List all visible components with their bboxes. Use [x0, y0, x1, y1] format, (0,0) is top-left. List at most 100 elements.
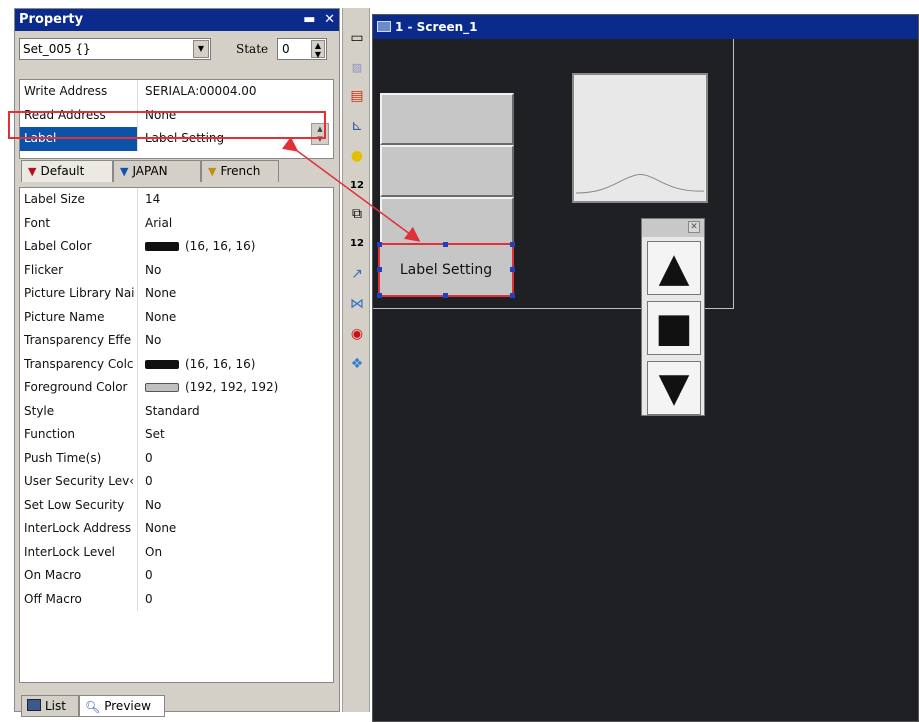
property-row[interactable]: Off Macro 0 [20, 587, 333, 612]
property-value[interactable]: No [142, 259, 161, 283]
set-button-1[interactable] [380, 93, 514, 145]
animation-tool-icon[interactable]: ❖ [347, 354, 367, 374]
resize-handle[interactable] [443, 242, 448, 247]
state-value: 0 [282, 42, 290, 56]
close-icon[interactable]: ✕ [688, 221, 700, 233]
resize-handle[interactable] [510, 293, 515, 298]
numeric-display-tool-icon[interactable]: 12 [347, 176, 367, 196]
property-key: Write Address [20, 80, 138, 104]
property-value[interactable]: Set [142, 423, 165, 447]
lamp-tool-icon[interactable]: ● [347, 146, 367, 166]
property-key: On Macro [20, 564, 138, 588]
property-value[interactable]: On [142, 541, 162, 565]
switch-tool-icon[interactable]: ⧉ [347, 204, 367, 224]
state-label: State [236, 42, 269, 56]
set-button-2[interactable] [380, 145, 514, 197]
property-value[interactable]: SERIALA:00004.00 [142, 80, 257, 104]
resize-handle[interactable] [377, 242, 382, 247]
tab-label: List [45, 699, 66, 713]
property-row[interactable]: Transparency Effe No [20, 329, 333, 353]
state-spinner-icon[interactable]: ▲ ▼ [311, 40, 325, 59]
property-row[interactable]: Foreground Color (192, 192, 192) [20, 376, 333, 400]
state-input[interactable]: 0 ▲ ▼ [277, 38, 327, 60]
tab-preview[interactable]: 🔍︎ Preview [79, 695, 165, 717]
property-row[interactable]: InterLock Address None [20, 517, 333, 541]
property-key: Label Color [20, 235, 138, 259]
property-value[interactable]: No [142, 329, 161, 353]
property-row[interactable]: Set Low Security No [20, 493, 333, 518]
alarm-tool-icon[interactable]: ◉ [347, 324, 367, 344]
property-row[interactable]: Style Standard [20, 399, 333, 424]
property-value[interactable]: 0 [142, 588, 153, 612]
rectangle-tool-icon[interactable]: ▭ [347, 28, 367, 48]
resize-handle[interactable] [377, 267, 382, 272]
xy-plot-tool-icon[interactable]: ⋈ [347, 294, 367, 314]
property-value[interactable]: No [142, 494, 161, 518]
property-row[interactable]: On Macro 0 [20, 564, 333, 588]
resize-handle[interactable] [377, 293, 382, 298]
property-value[interactable]: None [142, 306, 176, 330]
property-value-color[interactable]: (16, 16, 16) [142, 353, 255, 377]
property-value[interactable]: Label Setting [142, 127, 224, 151]
property-row[interactable]: Function Set [20, 423, 333, 447]
property-value[interactable]: 0 [142, 564, 153, 588]
property-title: Property [19, 12, 84, 27]
tab-default[interactable]: ▼ Default [21, 160, 113, 182]
picture-tool-icon[interactable]: ▨ [347, 58, 367, 78]
property-value[interactable]: 0 [142, 470, 153, 494]
property-title-bar: Property ▬ ✕ [15, 9, 339, 31]
property-row[interactable]: User Security Lev‹ 0 [20, 470, 333, 494]
stop-button[interactable]: ■ [647, 301, 701, 355]
property-key: Flicker [20, 258, 138, 282]
property-row[interactable]: Flicker No [20, 258, 333, 283]
flag-icon: ▼ [208, 165, 217, 178]
property-value[interactable]: 14 [142, 188, 160, 212]
property-value[interactable]: Standard [142, 400, 200, 424]
property-row[interactable]: Picture Library Nai None [20, 282, 333, 306]
color-value: (192, 192, 192) [185, 380, 279, 394]
trend-graph-object[interactable] [572, 73, 708, 203]
dropdown-arrow-icon[interactable]: ▼ [193, 40, 209, 58]
property-row[interactable]: Picture Name None [20, 305, 333, 330]
property-row[interactable]: Write Address SERIALA:00004.00 [20, 80, 333, 104]
scroll-control-widget[interactable]: ✕ ▲ ■ ▼ [641, 218, 705, 416]
close-icon[interactable]: ✕ [324, 12, 335, 27]
property-value[interactable]: 0 [142, 447, 153, 471]
color-value: (16, 16, 16) [185, 239, 256, 253]
property-value[interactable]: Arial [142, 212, 172, 236]
down-arrow-button[interactable]: ▼ [647, 361, 701, 415]
property-row[interactable]: Transparency Colc (16, 16, 16) [20, 352, 333, 377]
property-row[interactable]: Push Time(s) 0 [20, 446, 333, 471]
property-row[interactable]: Label Size 14 [20, 188, 333, 212]
tab-french[interactable]: ▼ French [201, 160, 279, 182]
property-row-label[interactable]: Label Label Setting [20, 127, 333, 151]
up-arrow-button[interactable]: ▲ [647, 241, 701, 295]
resize-handle[interactable] [510, 267, 515, 272]
property-value[interactable]: None [142, 517, 176, 541]
tab-list[interactable]: List [21, 695, 79, 717]
property-value[interactable]: None [142, 282, 176, 306]
bar-graph-tool-icon[interactable]: ▤ [347, 86, 367, 106]
trend-tool-icon[interactable]: ↗ [347, 264, 367, 284]
label-spinner-icon[interactable]: ▲ ▼ [311, 123, 329, 145]
property-value[interactable]: None [142, 104, 176, 128]
property-value-color[interactable]: (16, 16, 16) [142, 235, 255, 259]
property-row[interactable]: InterLock Level On [20, 540, 333, 565]
line-tool-icon[interactable]: ⊾ [347, 116, 367, 136]
object-toolbar: ▭ ▨ ▤ ⊾ ● 12 ⧉ 12 ↗ ⋈ ◉ ❖ [342, 8, 370, 712]
property-row[interactable]: Label Color (16, 16, 16) [20, 235, 333, 259]
resize-handle[interactable] [443, 293, 448, 298]
object-select[interactable]: Set_005 {} ▼ [19, 38, 211, 60]
tab-japan[interactable]: ▼ JAPAN [113, 160, 201, 182]
property-row[interactable]: Font Arial [20, 211, 333, 236]
numeric-input-tool-icon[interactable]: 12 [347, 234, 367, 254]
property-key: Style [20, 399, 138, 423]
property-value-color[interactable]: (192, 192, 192) [142, 376, 278, 400]
resize-handle[interactable] [510, 242, 515, 247]
property-key: User Security Lev‹ [20, 470, 138, 494]
tab-label: JAPAN [132, 164, 168, 178]
flag-icon: ▼ [28, 165, 37, 178]
minimize-icon[interactable]: ▬ [303, 12, 315, 27]
property-row[interactable]: Read Address None [20, 103, 333, 128]
selected-set-button[interactable]: Label Setting [377, 242, 515, 298]
